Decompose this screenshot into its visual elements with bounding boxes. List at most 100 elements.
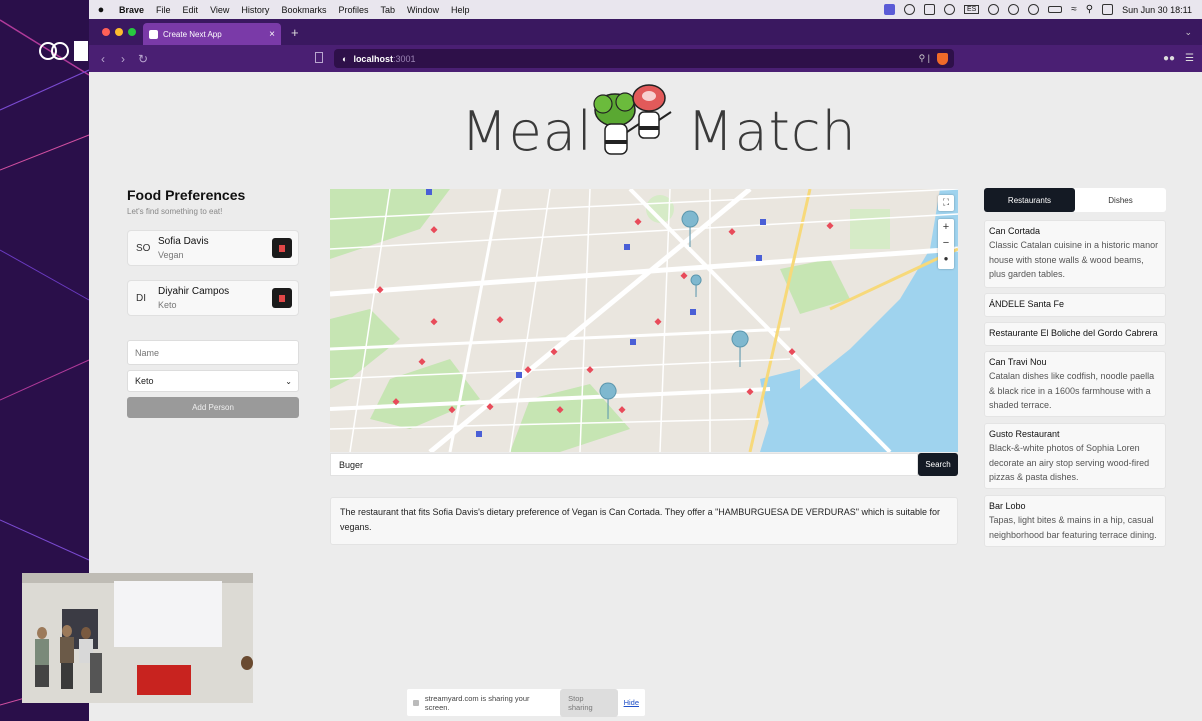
close-tab-icon[interactable]: × — [269, 29, 275, 40]
map-zoom-control: + − ● — [938, 219, 954, 269]
diet-select-value: Keto — [135, 376, 154, 386]
extension-icon[interactable] — [923, 4, 935, 15]
streamyard-logo — [39, 41, 88, 61]
broccoli-vs-meat-mascot-icon — [593, 84, 672, 155]
restaurant-description: Tapas, light bites & mains in a hip, cas… — [989, 515, 1157, 540]
restaurant-description: Catalan dishes like codfish, noodle pael… — [989, 371, 1155, 410]
person-diet: Vegan — [158, 250, 184, 260]
menu-app-name[interactable]: Brave — [113, 5, 150, 15]
search-input[interactable] — [330, 453, 918, 476]
reload-button[interactable]: ↻ — [133, 52, 153, 66]
zoom-icon[interactable]: ⚲ | — [919, 53, 930, 64]
record-icon[interactable] — [903, 4, 915, 15]
menu-bookmarks[interactable]: Bookmarks — [275, 5, 332, 15]
restaurant-card[interactable]: Can Cortada Classic Catalan cuisine in a… — [984, 220, 1166, 288]
meal-match-logo: Meal Match — [461, 80, 856, 172]
browser-tab-active[interactable]: Create Next App × — [143, 23, 281, 45]
restaurant-card[interactable]: ÁNDELE Santa Fe — [984, 293, 1166, 317]
tab-list-chevron-icon[interactable]: ⌄ — [1184, 27, 1192, 38]
extensions-icon[interactable]: ●● — [1163, 53, 1175, 64]
menu-window[interactable]: Window — [401, 5, 445, 15]
restaurant-card[interactable]: Gusto Restaurant Black-&-white photos of… — [984, 423, 1166, 489]
pegman-icon[interactable]: ● — [938, 251, 954, 267]
screen-share-bar: streamyard.com is sharing your screen. S… — [407, 688, 645, 717]
menu-history[interactable]: History — [235, 5, 275, 15]
trash-icon — [279, 244, 285, 252]
play-icon[interactable] — [1028, 4, 1040, 15]
tab-favicon-icon — [149, 29, 158, 39]
zoom-out-button[interactable]: − — [938, 235, 954, 251]
timer-icon[interactable] — [988, 4, 1000, 15]
control-center-icon[interactable] — [1102, 4, 1114, 15]
zoom-in-button[interactable]: + — [938, 219, 954, 235]
menu-edit[interactable]: Edit — [177, 5, 205, 15]
sync-icon[interactable] — [943, 4, 955, 15]
url-host: localhost:3001 — [353, 53, 416, 64]
logo-text-right: Match — [687, 100, 857, 163]
restaurant-name: ÁNDELE Santa Fe — [989, 299, 1065, 309]
battery-icon[interactable] — [1048, 6, 1063, 13]
menubar-clock[interactable]: Sun Jun 30 18:11 — [1122, 5, 1192, 15]
wifi-icon[interactable]: ≈ — [1071, 4, 1077, 15]
tab-dishes[interactable]: Dishes — [1075, 188, 1166, 212]
mac-menubar: ● Brave File Edit View History Bookmarks… — [89, 0, 1202, 19]
panel-subtitle: Let's find something to eat! — [127, 207, 223, 216]
forward-button[interactable]: › — [113, 52, 133, 66]
person-card: SO Sofia Davis Vegan — [127, 230, 299, 266]
map-fullscreen-button[interactable]: ⛶ — [938, 195, 954, 211]
person-initials: DI — [136, 292, 146, 304]
restaurant-description: Black-&-white photos of Sophia Loren dec… — [989, 443, 1150, 482]
name-input[interactable] — [127, 340, 299, 365]
add-person-button[interactable]: Add Person — [127, 397, 299, 418]
restaurant-card[interactable]: Can Travi Nou Catalan dishes like codfis… — [984, 351, 1166, 417]
back-button[interactable]: ‹ — [93, 52, 113, 66]
input-source-indicator[interactable]: ES — [963, 5, 980, 14]
food-preferences-panel: Food Preferences Let's find something to… — [127, 187, 299, 418]
menu-tab[interactable]: Tab — [374, 5, 401, 15]
search-button[interactable]: Search — [918, 453, 958, 476]
google-map[interactable]: ⛶ + − ● — [330, 189, 958, 452]
share-status-text: streamyard.com is sharing your screen. — [424, 693, 530, 712]
share-indicator-icon — [413, 699, 419, 706]
restaurant-card[interactable]: Bar Lobo Tapas, light bites & mains in a… — [984, 495, 1166, 547]
site-info-icon[interactable]: ◐ — [342, 54, 347, 64]
restaurant-card[interactable]: Restaurante El Boliche del Gordo Cabrera — [984, 322, 1166, 346]
restaurant-name: Can Cortada — [989, 226, 1041, 236]
menu-file[interactable]: File — [150, 5, 177, 15]
delete-person-button[interactable] — [272, 238, 292, 258]
address-bar[interactable]: ◐ localhost:3001 ⚲ | — [334, 49, 954, 68]
menu-view[interactable]: View — [204, 5, 235, 15]
dish-search: Search — [330, 453, 958, 476]
map-canvas[interactable] — [330, 189, 958, 452]
stop-sharing-button[interactable]: Stop sharing — [560, 688, 618, 717]
brave-shields-icon[interactable] — [937, 52, 948, 65]
bookmark-icon[interactable] — [315, 52, 323, 63]
restaurant-name: Gusto Restaurant — [989, 429, 1060, 439]
menu-profiles[interactable]: Profiles — [332, 5, 374, 15]
browser-toolbar: ‹ › ↻ ◐ localhost:3001 ⚲ | ●● ☰ — [89, 45, 1202, 72]
maximize-window-button[interactable] — [128, 28, 136, 36]
menubar-status-area: ES ≈ ⚲ Sun Jun 30 18:11 — [883, 4, 1202, 15]
apple-icon[interactable]: ● — [89, 4, 113, 16]
menu-icon[interactable]: ☰ — [1185, 53, 1194, 64]
screen-share-icon[interactable] — [883, 4, 895, 15]
hide-share-bar-link[interactable]: Hide — [624, 698, 639, 707]
delete-person-button[interactable] — [272, 288, 292, 308]
diet-select[interactable]: Keto ⌄ — [127, 370, 299, 392]
search-spotlight-icon[interactable]: ⚲ — [1086, 4, 1093, 15]
new-tab-button[interactable]: + — [291, 25, 299, 40]
menu-help[interactable]: Help — [445, 5, 476, 15]
tab-title: Create Next App — [163, 29, 222, 39]
person-diet: Keto — [158, 300, 177, 310]
restaurant-name: Bar Lobo — [989, 501, 1026, 511]
browser-tabbar: Create Next App × + ⌄ — [89, 19, 1202, 45]
trash-icon — [279, 294, 285, 302]
clock-icon[interactable] — [1008, 4, 1020, 15]
close-window-button[interactable] — [102, 28, 110, 36]
person-initials: SO — [136, 242, 151, 254]
restaurant-name: Restaurante El Boliche del Gordo Cabrera — [989, 328, 1158, 338]
minimize-window-button[interactable] — [115, 28, 123, 36]
tab-restaurants[interactable]: Restaurants — [984, 188, 1075, 212]
chevron-down-icon: ⌄ — [285, 376, 292, 386]
web-page: Meal Match Food Preferences Let's find s… — [89, 72, 1202, 721]
